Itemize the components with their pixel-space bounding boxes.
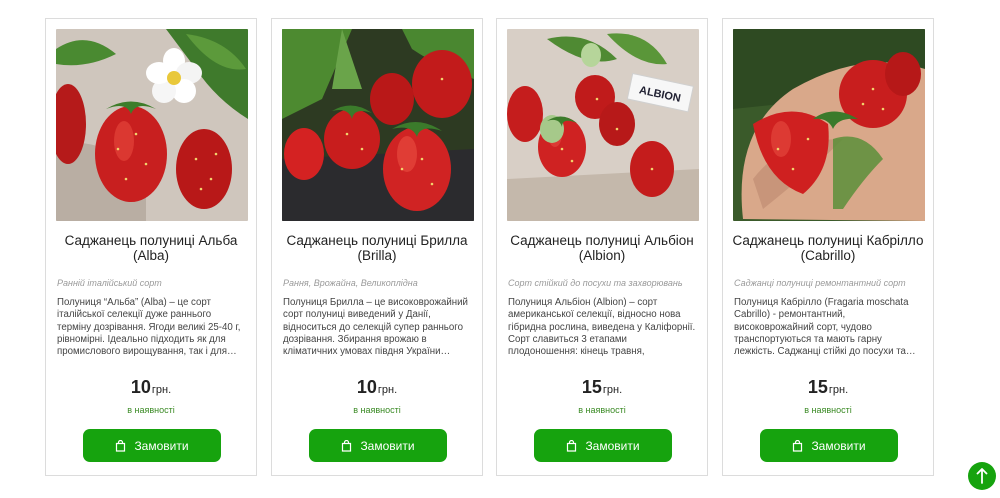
strawberries-with-albion-label-photo: ALBION (507, 29, 699, 221)
shopping-bag-icon (793, 439, 803, 452)
order-button-label: Замовити (811, 438, 866, 453)
order-button[interactable]: Замовити (83, 429, 221, 462)
price-currency: грн. (377, 384, 398, 396)
order-button[interactable]: Замовити (534, 429, 672, 462)
stock-status: в наявності (353, 405, 401, 415)
strawberries-on-mulch-photo (282, 29, 474, 221)
product-title[interactable]: Саджанець полуниці Альба (Alba) (54, 233, 248, 263)
price-currency: грн. (602, 384, 623, 396)
order-button[interactable]: Замовити (309, 429, 447, 462)
product-card: Саджанець полуниці Кабрілло (Cabrillo) С… (722, 18, 934, 476)
shopping-bag-icon (342, 439, 352, 452)
product-subtitle: Рання, Врожайна, Великоплідна (283, 278, 418, 288)
price-value: 10 (356, 377, 377, 397)
shopping-bag-icon (116, 439, 126, 452)
order-button-label: Замовити (360, 438, 415, 453)
price-currency: грн. (151, 384, 172, 396)
product-card: ALBION Саджанець полуниці Альбіон (Albio… (496, 18, 708, 476)
price-value: 15 (581, 377, 602, 397)
price-value: 15 (807, 377, 828, 397)
stock-status: в наявності (804, 405, 852, 415)
product-description: Полуниця Кабрілло (Fragaria moschata Cab… (734, 297, 916, 358)
product-subtitle: Саджанці полуниці ремонтантний сорт (734, 278, 906, 288)
product-grid: Саджанець полуниці Альба (Alba) Ранній і… (45, 18, 935, 476)
product-image[interactable] (56, 29, 248, 221)
order-button-label: Замовити (134, 438, 189, 453)
product-description: Полуниця “Альба” (Alba) – це сорт італій… (57, 297, 241, 358)
arrow-up-icon (976, 468, 988, 484)
product-title[interactable]: Саджанець полуниці Альбіон (Albion) (505, 233, 699, 263)
scroll-to-top-button[interactable] (968, 462, 996, 490)
product-price: 10грн. (272, 377, 482, 398)
product-description: Полуниця Брилла – це високоврожайний сор… (283, 297, 468, 358)
price-currency: грн. (828, 384, 849, 396)
product-description: Полуниця Альбіон (Albion) – сорт америка… (508, 297, 696, 360)
strawberry-with-flower-photo (56, 29, 248, 221)
product-subtitle: Сорт стійкий до посухи та захворювань (508, 278, 683, 288)
product-image[interactable] (282, 29, 474, 221)
strawberries-in-hand-photo (733, 29, 925, 221)
product-price: 15грн. (497, 377, 707, 398)
product-card: Саджанець полуниці Брилла (Brilla) Рання… (271, 18, 483, 476)
product-price: 10грн. (46, 377, 256, 398)
order-button[interactable]: Замовити (760, 429, 898, 462)
price-value: 10 (130, 377, 151, 397)
stock-status: в наявності (127, 405, 175, 415)
shopping-bag-icon (567, 439, 577, 452)
product-image[interactable]: ALBION (507, 29, 699, 221)
product-image[interactable] (733, 29, 925, 221)
product-title[interactable]: Саджанець полуниці Кабрілло (Cabrillo) (731, 233, 925, 263)
product-subtitle: Ранній італійський сорт (57, 278, 162, 288)
order-button-label: Замовити (585, 438, 640, 453)
stock-status: в наявності (578, 405, 626, 415)
product-card: Саджанець полуниці Альба (Alba) Ранній і… (45, 18, 257, 476)
product-price: 15грн. (723, 377, 933, 398)
product-title[interactable]: Саджанець полуниці Брилла (Brilla) (280, 233, 474, 263)
